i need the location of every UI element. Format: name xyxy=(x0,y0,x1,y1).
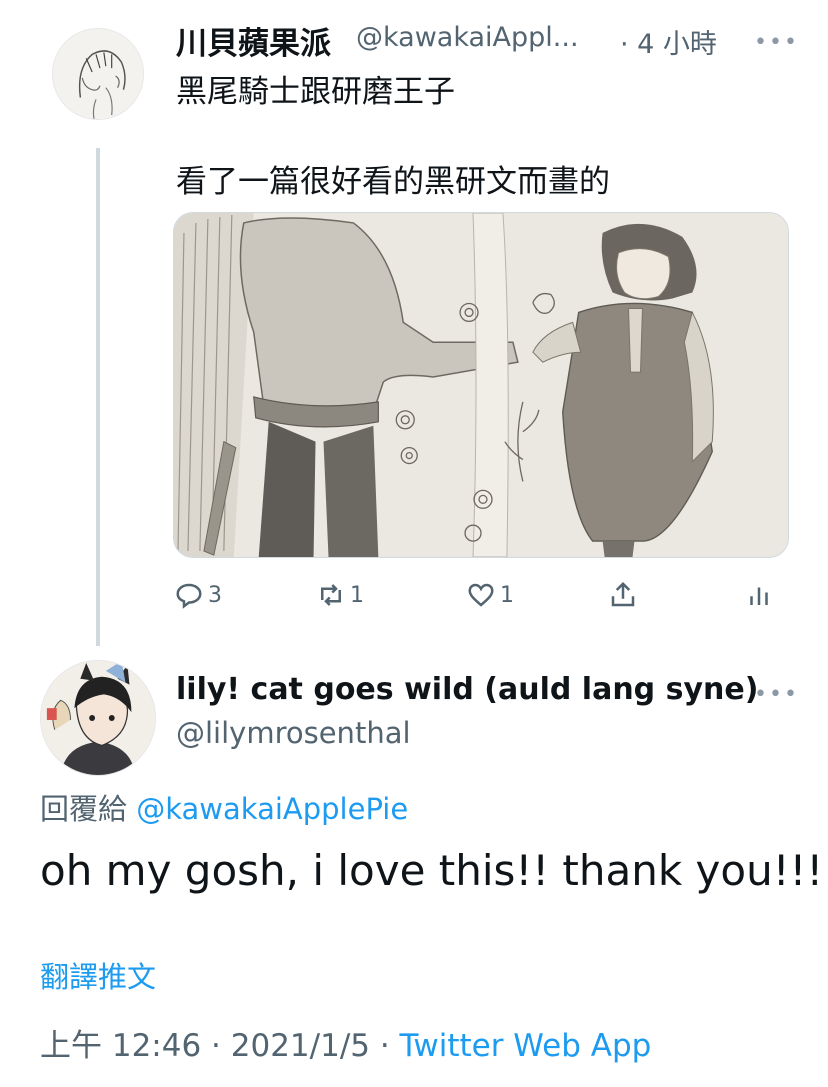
replying-to-prefix: 回覆給 xyxy=(40,792,128,826)
parent-avatar[interactable] xyxy=(52,28,144,120)
share-icon xyxy=(611,581,635,607)
parent-timestamp[interactable]: · 4 小時 xyxy=(620,22,717,61)
retweet-icon xyxy=(321,584,341,606)
retweet-action[interactable]: 1 xyxy=(316,578,364,612)
share-action[interactable] xyxy=(608,578,638,612)
heart-icon xyxy=(468,583,494,607)
parent-media-image[interactable] xyxy=(173,212,789,558)
tweet-meta: 上午 12:46 · 2021/1/5 · Twitter Web App xyxy=(40,1020,651,1065)
like-action[interactable]: 1 xyxy=(466,578,514,612)
parent-text-line-1: 黑尾騎士跟研磨王子 xyxy=(176,74,455,110)
reply-count: 3 xyxy=(208,582,222,608)
thread-line xyxy=(96,148,100,646)
replying-to-line: 回覆給 @kawakaiApplePie xyxy=(40,786,408,828)
reply-handle[interactable]: @lilymrosenthal xyxy=(176,716,411,750)
parent-handle[interactable]: @kawakaiAppl... xyxy=(356,22,579,53)
tweet-timestamp[interactable]: 上午 12:46 · 2021/1/5 · xyxy=(40,1028,400,1064)
retweet-count: 1 xyxy=(350,582,364,608)
reply-display-name[interactable]: lily! cat goes wild (auld lang syne) xyxy=(176,672,758,707)
reply-text: oh my gosh, i love this!! thank you!!! xyxy=(40,846,824,895)
reply-action[interactable]: 3 xyxy=(174,578,222,612)
analytics-icon xyxy=(750,587,768,605)
analytics-action[interactable] xyxy=(744,578,774,612)
translate-tweet-link[interactable]: 翻譯推文 xyxy=(40,954,156,996)
parent-more-icon[interactable]: ••• xyxy=(754,30,799,55)
parent-text-line-2: 看了一篇很好看的黑研文而畫的 xyxy=(176,164,610,200)
like-count: 1 xyxy=(500,582,514,608)
replying-to-mention[interactable]: @kawakaiApplePie xyxy=(136,792,408,826)
parent-display-name[interactable]: 川貝蘋果派 xyxy=(176,18,331,63)
tweet-source-link[interactable]: Twitter Web App xyxy=(400,1028,652,1064)
reply-avatar[interactable] xyxy=(40,660,156,776)
reply-more-icon[interactable]: ••• xyxy=(754,682,799,707)
reply-icon xyxy=(176,583,202,609)
